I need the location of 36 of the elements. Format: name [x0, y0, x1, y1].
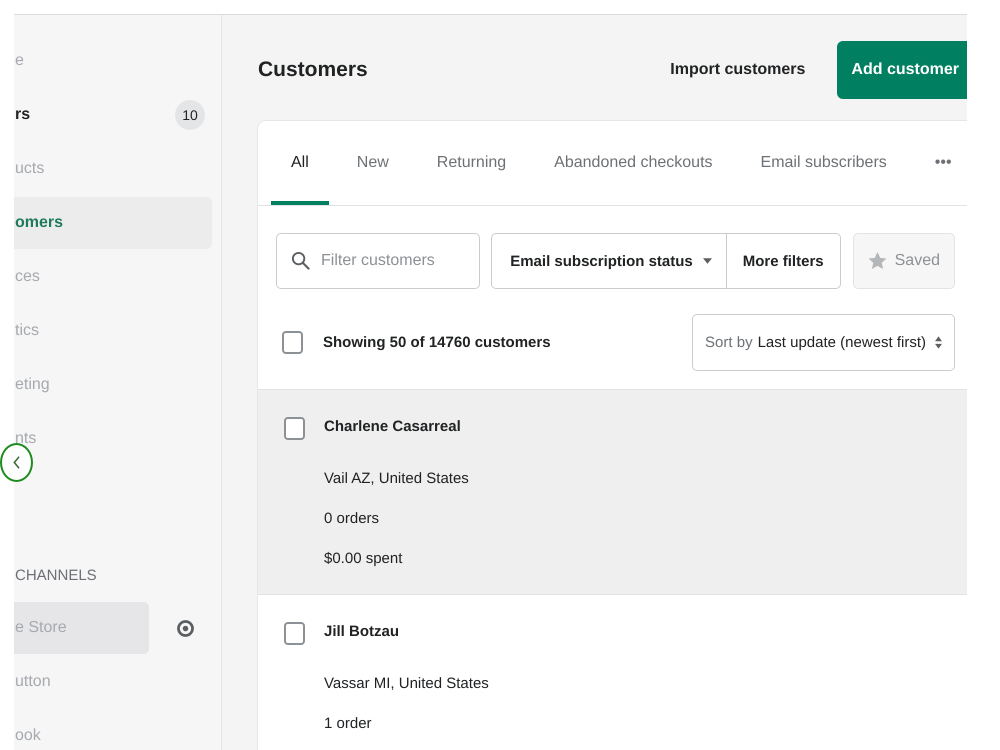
results-summary: Showing 50 of 14760 customers	[323, 334, 552, 351]
section-heading: CHANNELS	[14, 566, 98, 586]
collapse-button[interactable]	[0, 443, 33, 482]
sort-select[interactable]: Sort by Last update (newest first)	[692, 314, 955, 371]
tab[interactable]: New	[336, 121, 409, 205]
tab[interactable]: •••	[914, 121, 967, 205]
nav-item[interactable]: rs 10	[14, 89, 212, 141]
amount-spent: $0.00 spent	[324, 549, 402, 569]
subscription-filter-button[interactable]: Email subscription status	[491, 233, 727, 289]
customer-name: Charlene Casarreal	[324, 417, 461, 437]
tab[interactable]: Abandoned checkouts	[534, 121, 733, 205]
tab[interactable]: Returning	[416, 121, 526, 205]
page-title: Customers	[258, 58, 369, 82]
customer-location: Vail AZ, United States	[324, 469, 469, 489]
search-field[interactable]: Filter customers	[276, 233, 480, 289]
chevron-left-icon	[13, 456, 20, 469]
order-count: 0 orders	[324, 509, 380, 529]
circle-dot-icon[interactable]	[177, 620, 194, 636]
caret-up-down-icon	[935, 336, 942, 349]
customer-name: Jill Botzau	[324, 622, 400, 642]
nav-item[interactable]: omers	[14, 197, 212, 249]
search-icon	[291, 251, 310, 270]
customer-location: Vassar MI, United States	[324, 674, 489, 694]
add-customer-button[interactable]: Add customer	[837, 41, 967, 99]
row-checkbox[interactable]	[284, 622, 305, 645]
order-count: 1 order	[324, 714, 372, 734]
import-customers-button[interactable]: Import customers	[656, 51, 820, 89]
count-badge: 10	[175, 100, 205, 130]
tab[interactable]: All	[271, 121, 329, 205]
customer-row[interactable]: Charlene Casarreal Vail AZ, United States 0 orders $0.00 spent	[258, 390, 967, 595]
row-checkbox[interactable]	[284, 417, 305, 440]
star-icon	[868, 252, 887, 270]
select-all-checkbox[interactable]	[282, 331, 303, 354]
more-filters-button[interactable]: More filters	[726, 233, 841, 289]
tab[interactable]: Email subscribers	[740, 121, 907, 205]
caret-down-icon	[702, 258, 712, 264]
